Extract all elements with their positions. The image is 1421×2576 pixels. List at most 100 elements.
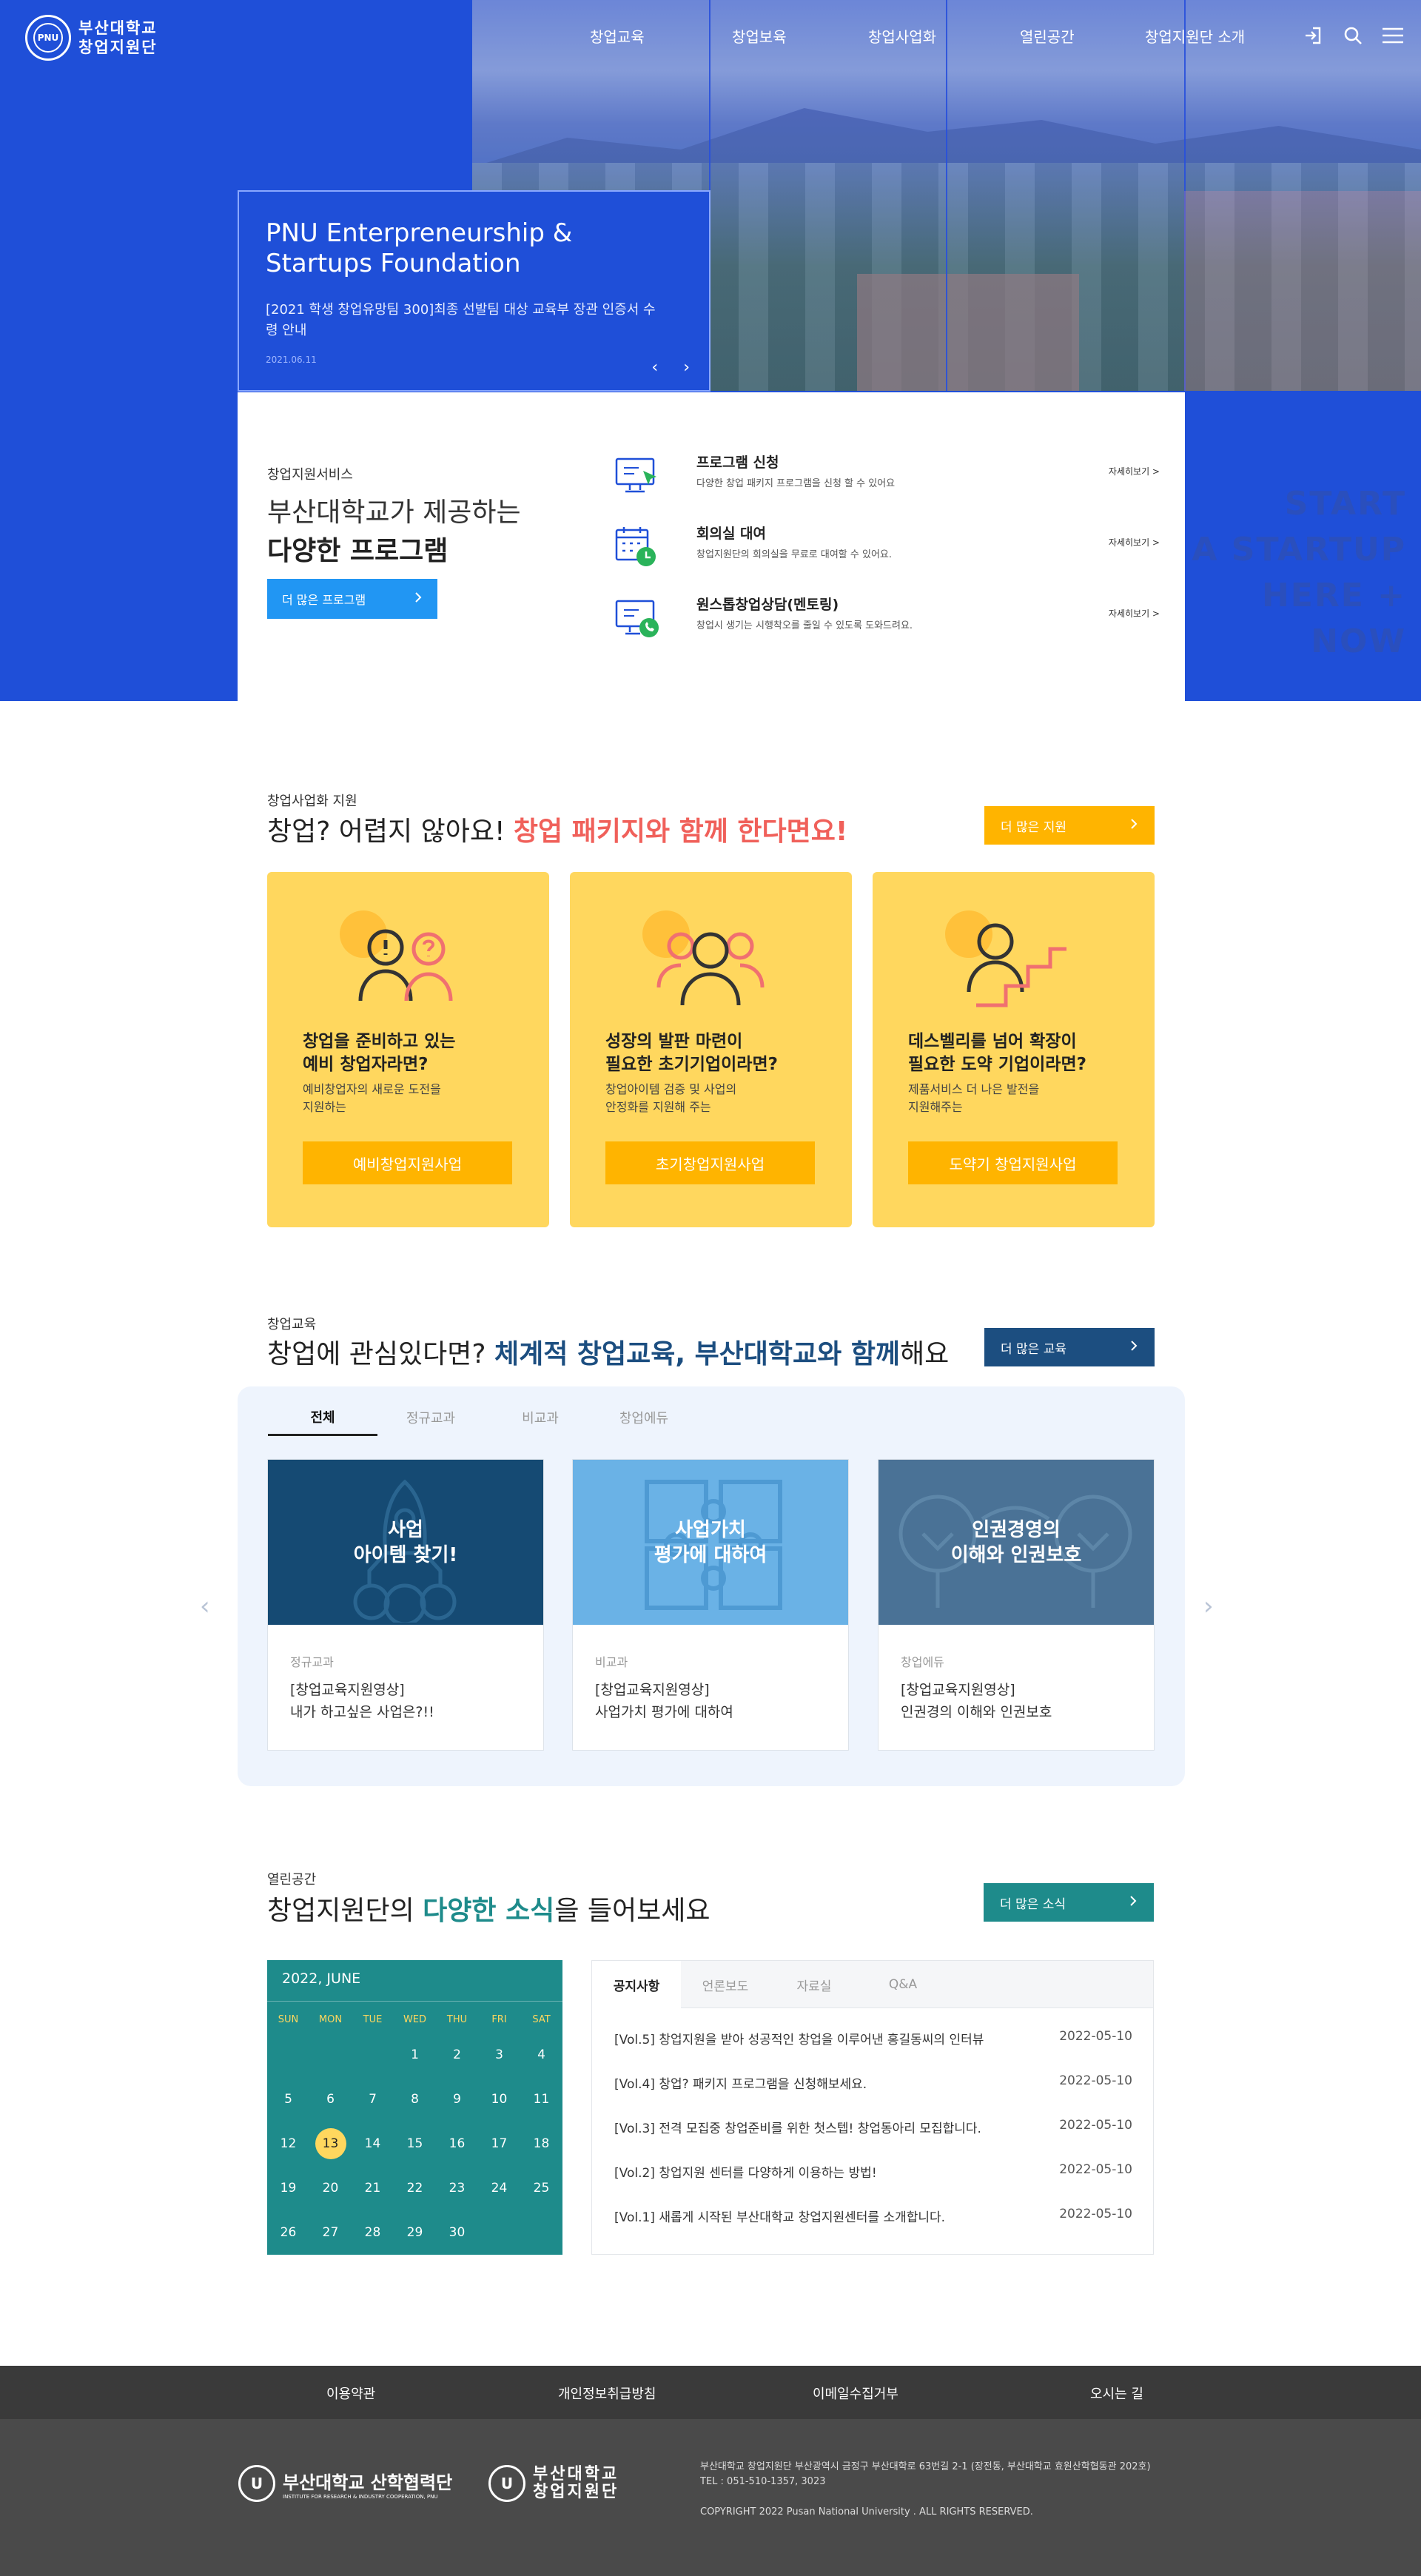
program-item-mentoring[interactable]: 원스톱창업상담(멘토링) 창업시 생기는 시행착오를 줄일 수 있도록 도와드려… xyxy=(614,594,1160,665)
calendar-day[interactable]: 1 xyxy=(394,2047,436,2062)
news-item[interactable]: [Vol.1] 새롭게 시작된 부산대학교 창업지원센터를 소개합니다. 2022… xyxy=(614,2207,1132,2225)
calendar-day[interactable]: 29 xyxy=(394,2225,436,2240)
footer-link-email-refusal[interactable]: 이메일수집거부 xyxy=(813,2384,898,2403)
calendar-day[interactable]: 6 xyxy=(309,2092,352,2107)
education-eyebrow: 창업교육 xyxy=(267,1317,317,1332)
calendar-day[interactable]: 11 xyxy=(520,2092,562,2107)
footer-links-bar: 이용약관 개인정보취급방침 이메일수집거부 오시는 길 xyxy=(0,2366,1421,2419)
news-title: 창업지원단의 다양한 소식을 들어보세요 xyxy=(267,1896,710,1926)
calendar-day[interactable]: 8 xyxy=(394,2092,436,2107)
calendar-day[interactable]: 30 xyxy=(436,2225,478,2240)
calendar-day[interactable]: 26 xyxy=(267,2225,309,2240)
calendar-day[interactable]: 16 xyxy=(436,2136,478,2151)
more-programs-button[interactable]: 더 많은 프로그램 xyxy=(267,579,437,619)
program-more-link[interactable]: 자세히보기 > xyxy=(1109,536,1160,549)
package-card-preliminary[interactable]: 창업을 준비하고 있는 예비 창업자라면? 예비창업자의 새로운 도전을 지원하는 … xyxy=(267,872,549,1227)
tab-regular-course[interactable]: 정규교과 xyxy=(376,1399,486,1436)
chevron-right-icon xyxy=(414,591,423,606)
early-startup-button[interactable]: 초기창업지원사업 xyxy=(605,1141,815,1184)
course-title: [창업교육지원영상] 인권경의 이해와 인권보호 xyxy=(901,1682,1052,1720)
program-title-line1: 부산대학교가 제공하는 xyxy=(267,497,521,528)
more-support-button[interactable]: 더 많은 지원 xyxy=(984,806,1155,845)
calendar-day[interactable]: 20 xyxy=(309,2181,352,2196)
footer-logo-industry-cooperation[interactable]: U 부산대학교 산학협력단 INSTITUTE FOR RESEARCH & I… xyxy=(238,2465,452,2502)
footer-link-privacy[interactable]: 개인정보취급방침 xyxy=(558,2384,656,2403)
site-logo[interactable]: PNU 부산대학교 창업지원단 xyxy=(25,15,158,61)
calendar-day[interactable]: 25 xyxy=(520,2181,562,2196)
tab-notice[interactable]: 공지사항 xyxy=(592,1961,681,2009)
program-more-link[interactable]: 자세히보기 > xyxy=(1109,465,1160,477)
more-education-button[interactable]: 더 많은 교육 xyxy=(984,1328,1155,1366)
calendar-day[interactable]: 9 xyxy=(436,2092,478,2107)
program-more-link[interactable]: 자세히보기 > xyxy=(1109,607,1160,620)
news-item[interactable]: [Vol.3] 전격 모집중 창업준비를 위한 첫스텝! 창업동아리 모집합니다… xyxy=(614,2118,1132,2136)
tab-qna[interactable]: Q&A xyxy=(859,1961,947,2008)
chevron-right-icon xyxy=(1129,1340,1138,1355)
group-people-icon xyxy=(636,905,785,1016)
tab-startup-edu[interactable]: 창업에듀 xyxy=(589,1399,699,1436)
calendar-day[interactable]: 2 xyxy=(436,2047,478,2062)
news-tabs: 공지사항 언론보도 자료실 Q&A xyxy=(592,1961,1153,2009)
package-card-leap[interactable]: 데스벨리를 넘어 확장이 필요한 도약 기업이라면? 제품서비스 더 나은 발전을… xyxy=(873,872,1155,1227)
news-item[interactable]: [Vol.2] 창업지원 센터를 다양하게 이용하는 방법! 2022-05-10 xyxy=(614,2162,1132,2181)
top-navigation-bar: PNU 부산대학교 창업지원단 창업교육 창업보육 창업사업화 열린공간 창업지… xyxy=(0,0,1421,74)
calendar-day[interactable]: 22 xyxy=(394,2181,436,2196)
calendar-day[interactable]: 17 xyxy=(478,2136,520,2151)
program-item-room[interactable]: 회의실 대여 창업지원단의 회의실을 무료로 대여할 수 있어요. 자세히보기 … xyxy=(614,523,1160,594)
hamburger-menu-icon[interactable] xyxy=(1381,24,1405,47)
tab-archive[interactable]: 자료실 xyxy=(770,1961,859,2008)
news-item[interactable]: [Vol.4] 창업? 패키지 프로그램을 신청해보세요. 2022-05-10 xyxy=(614,2073,1132,2092)
leap-startup-button[interactable]: 도약기 창업지원사업 xyxy=(908,1141,1118,1184)
footer-logo-startup-center[interactable]: U 부산대학교 창업지원단 xyxy=(488,2465,619,2502)
calendar-day[interactable]: 27 xyxy=(309,2225,352,2240)
news-item[interactable]: [Vol.5] 창업지원을 받아 성공적인 창업을 이루어낸 홍길동씨의 인터뷰… xyxy=(614,2029,1132,2047)
news-eyebrow: 열린공간 xyxy=(267,1872,317,1888)
calendar-day[interactable]: 7 xyxy=(352,2092,394,2107)
course-thumbnail: 인권경영의 이해와 인권보호 xyxy=(879,1460,1154,1625)
calendar-day[interactable]: 5 xyxy=(267,2092,309,2107)
preliminary-startup-button[interactable]: 예비창업지원사업 xyxy=(303,1141,512,1184)
calendar-day[interactable]: 10 xyxy=(478,2092,520,2107)
hero-news-card: PNU Enterpreneurship & Startups Foundati… xyxy=(238,190,710,392)
hero-next-button[interactable]: › xyxy=(683,358,690,377)
login-icon[interactable] xyxy=(1301,24,1325,47)
more-news-button[interactable]: 더 많은 소식 xyxy=(984,1883,1154,1922)
calendar-day[interactable]: 19 xyxy=(267,2181,309,2196)
package-card-early[interactable]: 성장의 발판 마련이 필요한 초기기업이라면? 창업아이템 검증 및 사업의 안정화… xyxy=(570,872,852,1227)
calendar-day[interactable]: 28 xyxy=(352,2225,394,2240)
search-icon[interactable] xyxy=(1341,24,1365,47)
calendar-day[interactable]: 23 xyxy=(436,2181,478,2196)
calendar-day[interactable]: 15 xyxy=(394,2136,436,2151)
footer-link-directions[interactable]: 오시는 길 xyxy=(1090,2384,1143,2403)
program-item-apply[interactable]: 프로그램 신청 다양한 창업 패키지 프로그램을 신청 할 수 있어요 자세히보… xyxy=(614,452,1160,523)
university-seal-icon: PNU xyxy=(25,15,71,61)
menu-item-startup-incubation[interactable]: 창업보육 xyxy=(732,25,787,47)
education-card[interactable]: 사업가치 평가에 대하여 비교과 [창업교육지원영상] 사업가치 평가에 대하여 xyxy=(572,1459,849,1751)
hero-title: PNU Enterpreneurship & Startups Foundati… xyxy=(266,218,573,278)
education-next-arrow[interactable]: › xyxy=(1203,1591,1214,1621)
calendar-day[interactable]: 3 xyxy=(478,2047,520,2062)
education-card[interactable]: 인권경영의 이해와 인권보호 창업에듀 [창업교육지원영상] 인권경의 이해와 인권… xyxy=(878,1459,1155,1751)
calendar-day[interactable]: 18 xyxy=(520,2136,562,2151)
tab-press[interactable]: 언론보도 xyxy=(681,1961,770,2008)
tab-extracurricular[interactable]: 비교과 xyxy=(486,1399,595,1436)
hero-prev-button[interactable]: ‹ xyxy=(651,358,658,377)
calendar-month: 2022, JUNE xyxy=(282,1970,361,1987)
menu-item-startup-commercialization[interactable]: 창업사업화 xyxy=(868,25,936,47)
calendar-day[interactable]: 12 xyxy=(267,2136,309,2151)
menu-item-about[interactable]: 창업지원단 소개 xyxy=(1145,25,1245,47)
calendar-day[interactable]: 21 xyxy=(352,2181,394,2196)
tab-all[interactable]: 전체 xyxy=(268,1399,377,1436)
calendar-day[interactable]: 14 xyxy=(352,2136,394,2151)
education-card[interactable]: 사업 아이템 찾기! 정규교과 [창업교육지원영상] 내가 하고싶은 사업은?!! xyxy=(267,1459,544,1751)
calendar-day[interactable]: 13 xyxy=(309,2128,352,2159)
calendar-today[interactable]: 13 xyxy=(315,2128,346,2159)
calendar-day[interactable]: 24 xyxy=(478,2181,520,2196)
hero-news-link[interactable]: [2021 학생 창업유망팀 300]최종 선발팀 대상 교육부 장관 인증서 … xyxy=(266,300,665,341)
education-prev-arrow[interactable]: ‹ xyxy=(200,1591,210,1621)
calendar-day[interactable]: 4 xyxy=(520,2047,562,2062)
menu-item-startup-education[interactable]: 창업교육 xyxy=(590,25,645,47)
hero-photo-overlay xyxy=(1184,191,1421,391)
menu-item-open-space[interactable]: 열린공간 xyxy=(1020,25,1075,47)
footer-link-terms[interactable]: 이용약관 xyxy=(326,2384,375,2403)
